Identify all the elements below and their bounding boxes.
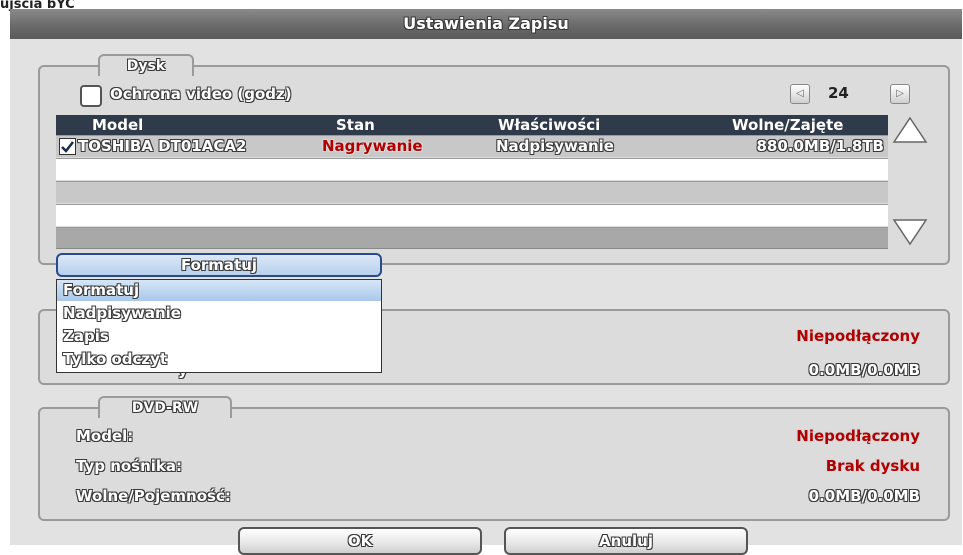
ok-button[interactable]: OK	[238, 527, 482, 555]
table-row[interactable]	[56, 204, 888, 226]
scroll-up-arrow-icon[interactable]	[892, 115, 928, 145]
format-button[interactable]: Formatuj	[56, 253, 382, 277]
cancel-button[interactable]: Anuluj	[504, 527, 748, 555]
dvd-media-label: Typ nośnika:	[76, 457, 183, 475]
dropdown-option-format[interactable]: Formatuj	[57, 280, 381, 301]
scroll-down-arrow-icon[interactable]	[892, 217, 928, 247]
dropdown-option-write[interactable]: Zapis	[57, 326, 381, 347]
dvd-media-value: Brak dysku	[825, 457, 920, 475]
column-free-used: Wolne/Zajęte	[732, 116, 844, 134]
page-next-button[interactable]: ▷	[890, 84, 910, 104]
dvd-model-value: Niepodłączony	[796, 427, 920, 445]
column-status: Stan	[336, 116, 375, 134]
row-model: TOSHIBA DT01ACA2	[78, 137, 247, 155]
column-properties: Właściwości	[498, 116, 601, 134]
dvd-model-label: Model:	[76, 427, 134, 445]
window-title: Ustawienia Zapisu	[10, 9, 962, 39]
disk-info-space-value: 0.0MB/0.0MB	[808, 361, 920, 379]
table-row[interactable]	[56, 158, 888, 180]
disk-info-status-value: Niepodłączony	[796, 327, 920, 345]
dvd-capacity-label: Wolne/Pojemność:	[76, 487, 231, 505]
table-row[interactable]	[56, 227, 888, 249]
table-row[interactable]: TOSHIBA DT01ACA2 Nagrywanie Nadpisywanie…	[56, 135, 888, 157]
row-checked-icon[interactable]	[59, 138, 76, 155]
video-protection-label: Ochrona video (godz)	[110, 85, 292, 103]
dropdown-option-read-only[interactable]: Tylko odczyt	[57, 349, 381, 370]
format-mode-dropdown[interactable]: Formatuj Nadpisywanie Zapis Tylko odczyt	[56, 279, 382, 373]
video-protection-checkbox[interactable]	[80, 85, 102, 107]
table-row[interactable]	[56, 181, 888, 203]
disk-group-title: Dysk	[98, 54, 194, 76]
recording-settings-window: Ustawienia Zapisu Dysk Ochrona video (go…	[10, 9, 962, 555]
dropdown-option-overwrite[interactable]: Nadpisywanie	[57, 303, 381, 324]
dvd-group-title: DVD-RW	[98, 396, 232, 418]
row-space: 880.0MB/1.8TB	[756, 137, 884, 155]
disk-table-header: Model Stan Właściwości Wolne/Zajęte	[56, 115, 888, 135]
row-status: Nagrywanie	[322, 137, 423, 155]
row-property: Nadpisywanie	[496, 137, 614, 155]
page-indicator: 24	[828, 84, 849, 102]
column-model: Model	[92, 116, 144, 134]
dvd-capacity-value: 0.0MB/0.0MB	[808, 487, 920, 505]
page-prev-button[interactable]: ◁	[790, 84, 810, 104]
